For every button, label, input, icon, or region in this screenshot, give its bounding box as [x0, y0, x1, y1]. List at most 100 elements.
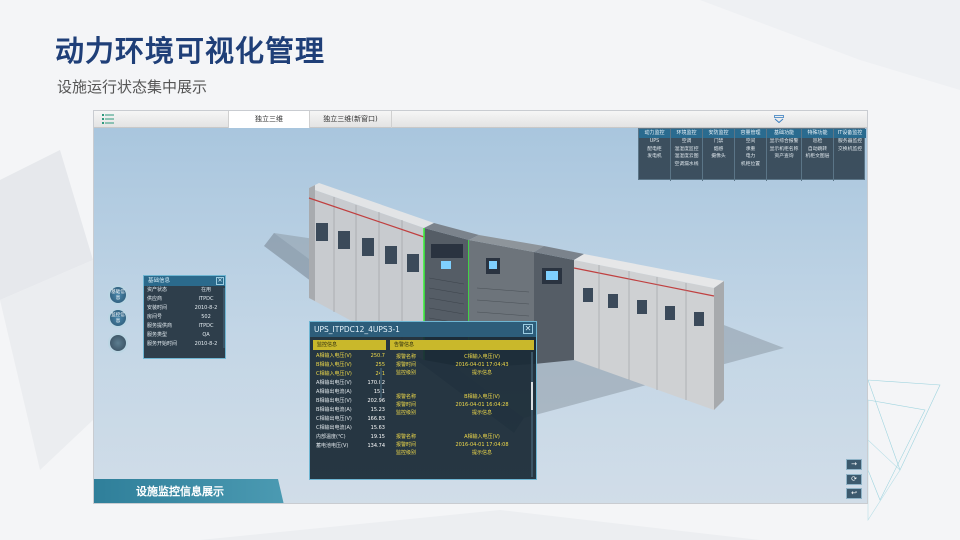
- refresh-icon[interactable]: ⟳: [846, 474, 862, 485]
- nav-col-security: 安防监控 门禁 烟感 摄像头: [703, 129, 735, 181]
- nav-item-aircon-leak[interactable]: 空调漏水线: [671, 161, 702, 169]
- nav-head-special[interactable]: 特殊功能: [802, 129, 833, 138]
- monitor-row: A相输出电压(V) 170.02: [313, 379, 388, 388]
- arrow-right-icon[interactable]: →: [846, 459, 862, 470]
- monitor-value: 166.83: [367, 416, 386, 422]
- nav-item-temp-humidity-cloud[interactable]: 温湿度云图: [671, 153, 702, 161]
- nav-item-auto-jump[interactable]: 自动跳转: [802, 146, 833, 154]
- alarm-value: 提示信息: [471, 450, 492, 456]
- monitor-key: B相输入电压(V): [316, 362, 352, 368]
- alarm-value: A相输入电压(V): [464, 434, 500, 440]
- nav-item-show-alarm[interactable]: 显示综合报警: [767, 138, 801, 146]
- alarm-value: 2016-04-01 17:04:08: [455, 442, 509, 448]
- monitor-scrollbar[interactable]: [380, 368, 382, 398]
- alarm-key: 报警时间: [396, 362, 417, 368]
- nav-item-cabinet-position[interactable]: 机柜位置: [735, 161, 766, 169]
- ups-panel-header: UPS_ITPDC12_4UPS3-1 ✕: [310, 322, 536, 337]
- basic-info-header: 基础信息 ✕: [144, 276, 225, 286]
- alarm-key: 报警名称: [396, 354, 417, 360]
- monitor-row: B相输入电压(V) 255: [313, 361, 388, 370]
- monitor-row: 内部温度(℃) 19.15: [313, 433, 388, 442]
- nav-item-show-cabinet-name[interactable]: 显示机柜名称: [767, 146, 801, 154]
- monitor-value: 255: [375, 362, 385, 368]
- alarm-scrollbar[interactable]: [531, 352, 533, 477]
- monitor-value: 134.74: [367, 443, 386, 449]
- alarm-row: 监控级别 提示信息: [392, 409, 532, 417]
- app-window: 独立三维 独立三维(新窗口) 动力监控 UPS 配电柜 发电机 环境监控 空调 …: [93, 110, 868, 504]
- list-item: 房间号 502: [144, 313, 225, 322]
- info-key: 服务开始时间: [147, 341, 178, 347]
- nav-head-capacity[interactable]: 容量管理: [735, 129, 766, 138]
- nav-col-capacity: 容量管理 空间 承重 电力 机柜位置: [735, 129, 767, 181]
- list-item: 服务类型 QA: [144, 331, 225, 340]
- info-value: ITPDC: [198, 296, 214, 302]
- close-icon[interactable]: ✕: [216, 277, 224, 285]
- nav-item-switch-monitor[interactable]: 交换机监控: [834, 146, 866, 154]
- list-item: 服务提供商 ITPDC: [144, 322, 225, 331]
- info-key: 资产状态: [147, 287, 168, 293]
- alarm-key: 监控级别: [396, 370, 417, 376]
- nav-col-it: IT设备监控 服务器监控 交换机监控: [834, 129, 866, 181]
- monitor-row: C相输出电压(V) 166.83: [313, 415, 388, 424]
- info-key: 房间号: [147, 314, 163, 320]
- nav-item-power[interactable]: 电力: [735, 153, 766, 161]
- monitor-info-button[interactable]: 监控信息: [108, 308, 128, 328]
- basic-info-button[interactable]: 基础信息: [108, 285, 128, 305]
- alarm-list: 报警名称 C相输入电压(V) 报警时间 2016-04-01 17:04:43 监控…: [392, 353, 532, 473]
- 3d-scene[interactable]: 动力监控 UPS 配电柜 发电机 环境监控 空调 温湿度监控 温湿度云图 空调漏…: [94, 128, 867, 503]
- monitor-row: B相输出电流(A) 15.23: [313, 406, 388, 415]
- info-key: 服务提供商: [147, 323, 173, 329]
- scrollbar[interactable]: [223, 288, 225, 348]
- nav-col-special: 特殊功能 巡检 自动跳转 机柜文图层: [802, 129, 834, 181]
- nav-item-smoke-sensor[interactable]: 烟感: [703, 146, 734, 154]
- monitor-key: C相输入电压(V): [316, 371, 352, 377]
- alarm-item: 报警名称 C相输入电压(V) 报警时间 2016-04-01 17:04:43 监控…: [392, 353, 532, 393]
- alarm-row: 报警名称 C相输入电压(V): [392, 353, 532, 361]
- monitor-key: A相输出电流(A): [316, 389, 352, 395]
- alarm-item: 报警名称 B相输入电压(V) 报警时间 2016-04-01 16:04:28 监控…: [392, 393, 532, 433]
- globe-button[interactable]: [108, 333, 128, 353]
- nav-item-asset-query[interactable]: 资产查询: [767, 153, 801, 161]
- nav-item-load[interactable]: 承重: [735, 146, 766, 154]
- nav-item-distribution-cabinet[interactable]: 配电柜: [639, 146, 670, 154]
- monitor-row: A相输出电流(A) 15.1: [313, 388, 388, 397]
- chevron-down-icon[interactable]: [774, 115, 784, 123]
- ups-panel-title: UPS_ITPDC12_4UPS3-1: [314, 325, 400, 334]
- alarm-key: 报警时间: [396, 442, 417, 448]
- nav-item-space[interactable]: 空间: [735, 138, 766, 146]
- nav-item-cabinet-layer[interactable]: 机柜文图层: [802, 153, 833, 161]
- info-value: 502: [201, 314, 211, 320]
- monitor-row: C相输出电流(A) 15.63: [313, 424, 388, 433]
- back-icon[interactable]: ↩: [846, 488, 862, 499]
- tab-bar: 独立三维 独立三维(新窗口): [94, 111, 867, 128]
- nav-item-temp-humidity[interactable]: 温湿度监控: [671, 146, 702, 154]
- nav-item-aircon[interactable]: 空调: [671, 138, 702, 146]
- monitor-key: 蓄电池电压(V): [316, 443, 349, 449]
- close-icon[interactable]: ✕: [523, 324, 533, 334]
- monitor-value: 19.15: [370, 434, 385, 440]
- alarm-value: 提示信息: [471, 370, 492, 376]
- nav-item-camera[interactable]: 摄像头: [703, 153, 734, 161]
- nav-item-access-control[interactable]: 门禁: [703, 138, 734, 146]
- nav-head-it[interactable]: IT设备监控: [834, 129, 866, 138]
- nav-item-inspection[interactable]: 巡检: [802, 138, 833, 146]
- nav-item-server-monitor[interactable]: 服务器监控: [834, 138, 866, 146]
- list-icon[interactable]: [102, 114, 114, 124]
- nav-head-basic[interactable]: 基础功能: [767, 129, 801, 138]
- alarm-key: 报警名称: [396, 434, 417, 440]
- monitor-key: B相输出电流(A): [316, 407, 352, 413]
- list-item: 安装时间 2010-8-2: [144, 304, 225, 313]
- basic-info-title: 基础信息: [148, 278, 171, 284]
- nav-item-ups[interactable]: UPS: [639, 138, 670, 146]
- alarm-item: 报警名称 A相输入电压(V) 报警时间 2016-04-01 17:04:08 监控…: [392, 433, 532, 473]
- monitor-key: A相输入电压(V): [316, 353, 352, 359]
- nav-col-basic: 基础功能 显示综合报警 显示机柜名称 资产查询: [767, 129, 802, 181]
- nav-head-security[interactable]: 安防监控: [703, 129, 734, 138]
- alarm-key: 监控级别: [396, 410, 417, 416]
- tab-3d-new-window[interactable]: 独立三维(新窗口): [310, 111, 392, 128]
- nav-item-generator[interactable]: 发电机: [639, 153, 670, 161]
- tab-3d[interactable]: 独立三维: [228, 111, 310, 128]
- nav-head-environment[interactable]: 环境监控: [671, 129, 702, 138]
- scrollbar-thumb[interactable]: [531, 382, 533, 410]
- nav-head-power[interactable]: 动力监控: [639, 129, 670, 138]
